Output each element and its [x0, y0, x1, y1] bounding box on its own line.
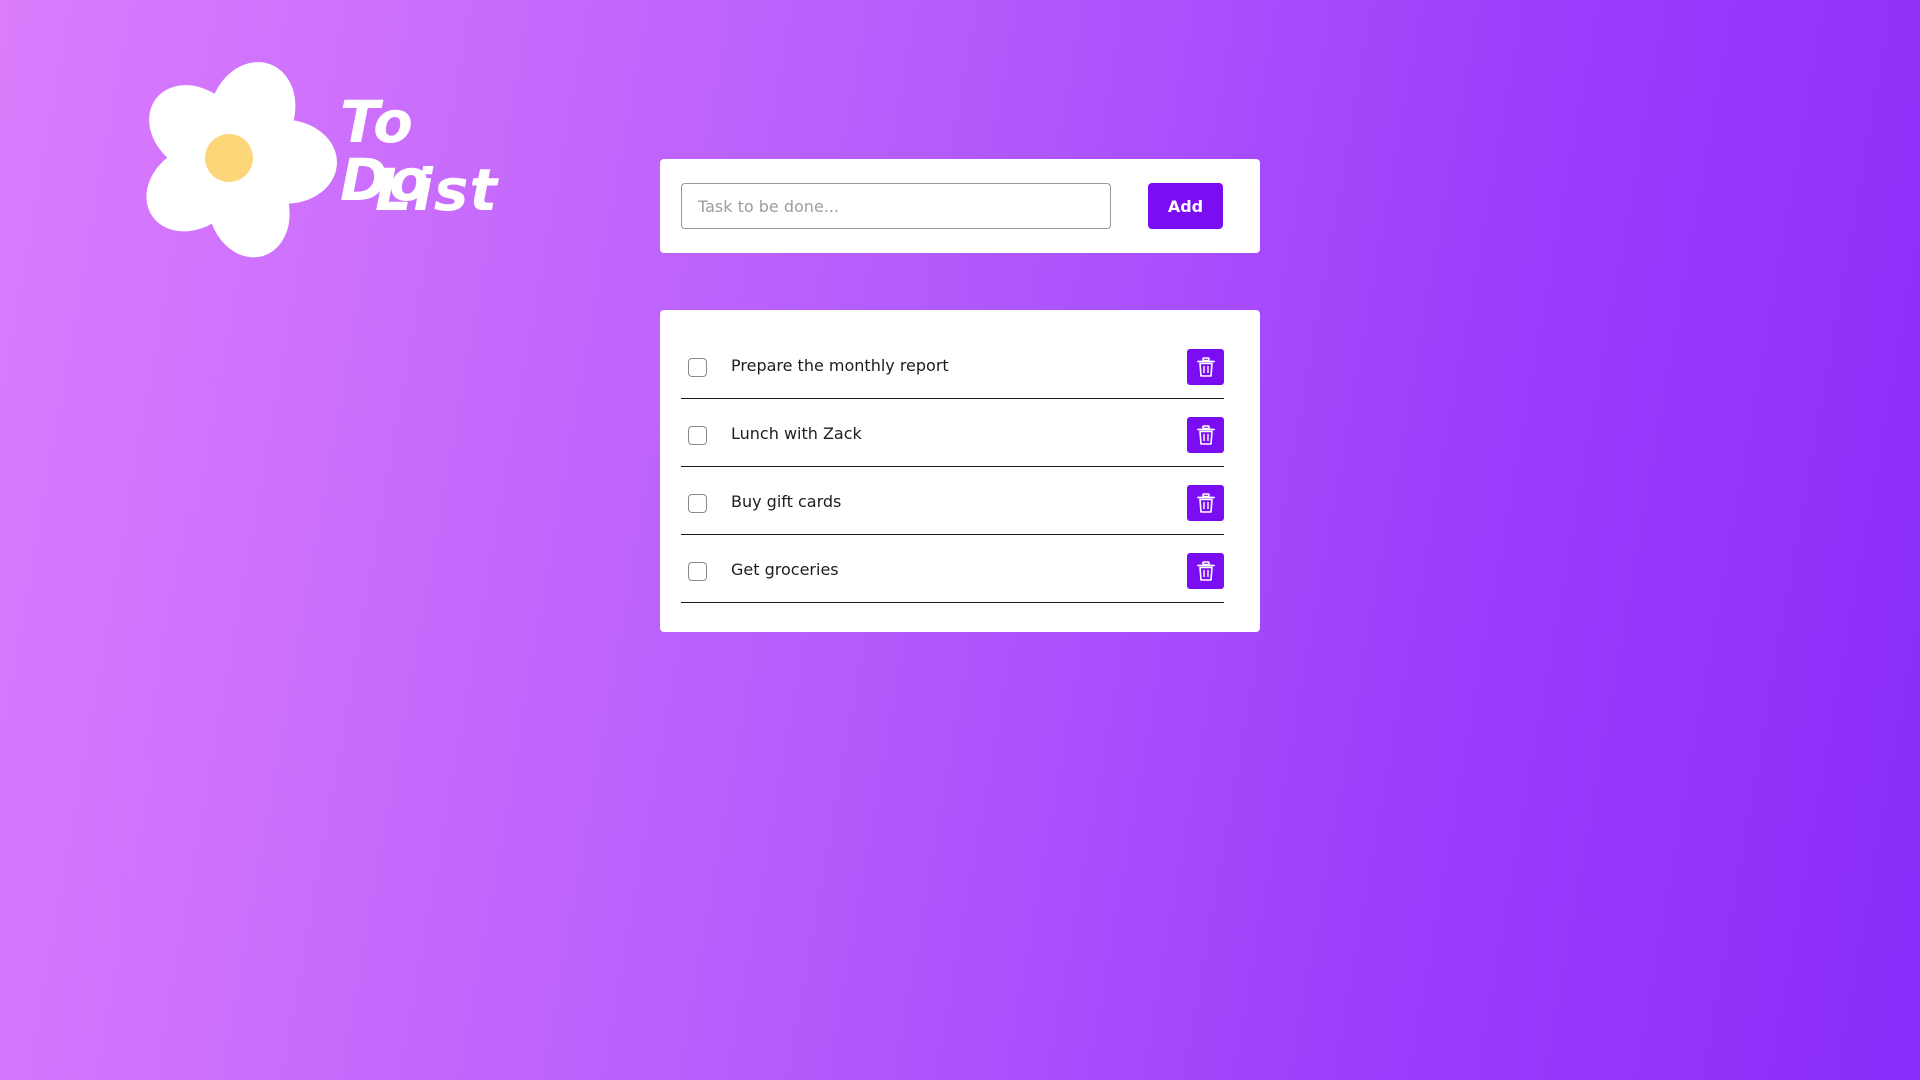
task-label: Prepare the monthly report: [731, 356, 949, 375]
task-row: Lunch with Zack: [681, 400, 1224, 467]
task-checkbox[interactable]: [688, 562, 707, 581]
add-task-card: Add: [660, 159, 1260, 253]
delete-task-button[interactable]: [1187, 417, 1224, 453]
task-checkbox[interactable]: [688, 358, 707, 377]
task-checkbox[interactable]: [688, 426, 707, 445]
add-button[interactable]: Add: [1148, 183, 1223, 229]
trash-icon: [1196, 561, 1215, 581]
task-label: Buy gift cards: [731, 492, 842, 511]
task-row: Prepare the monthly report: [681, 332, 1224, 399]
task-list: Prepare the monthly report Lunch with Za…: [660, 310, 1260, 632]
delete-task-button[interactable]: [1187, 553, 1224, 589]
trash-icon: [1196, 357, 1215, 377]
app-title-line-2: List: [375, 156, 499, 224]
task-label: Get groceries: [731, 560, 839, 579]
task-input[interactable]: [681, 183, 1111, 229]
task-row: Buy gift cards: [681, 468, 1224, 535]
task-label: Lunch with Zack: [731, 424, 862, 443]
app-logo: To Do List: [135, 55, 505, 275]
delete-task-button[interactable]: [1187, 485, 1224, 521]
task-row: Get groceries: [681, 536, 1224, 603]
task-checkbox[interactable]: [688, 494, 707, 513]
trash-icon: [1196, 493, 1215, 513]
delete-task-button[interactable]: [1187, 349, 1224, 385]
trash-icon: [1196, 425, 1215, 445]
flower-icon: [146, 62, 337, 258]
